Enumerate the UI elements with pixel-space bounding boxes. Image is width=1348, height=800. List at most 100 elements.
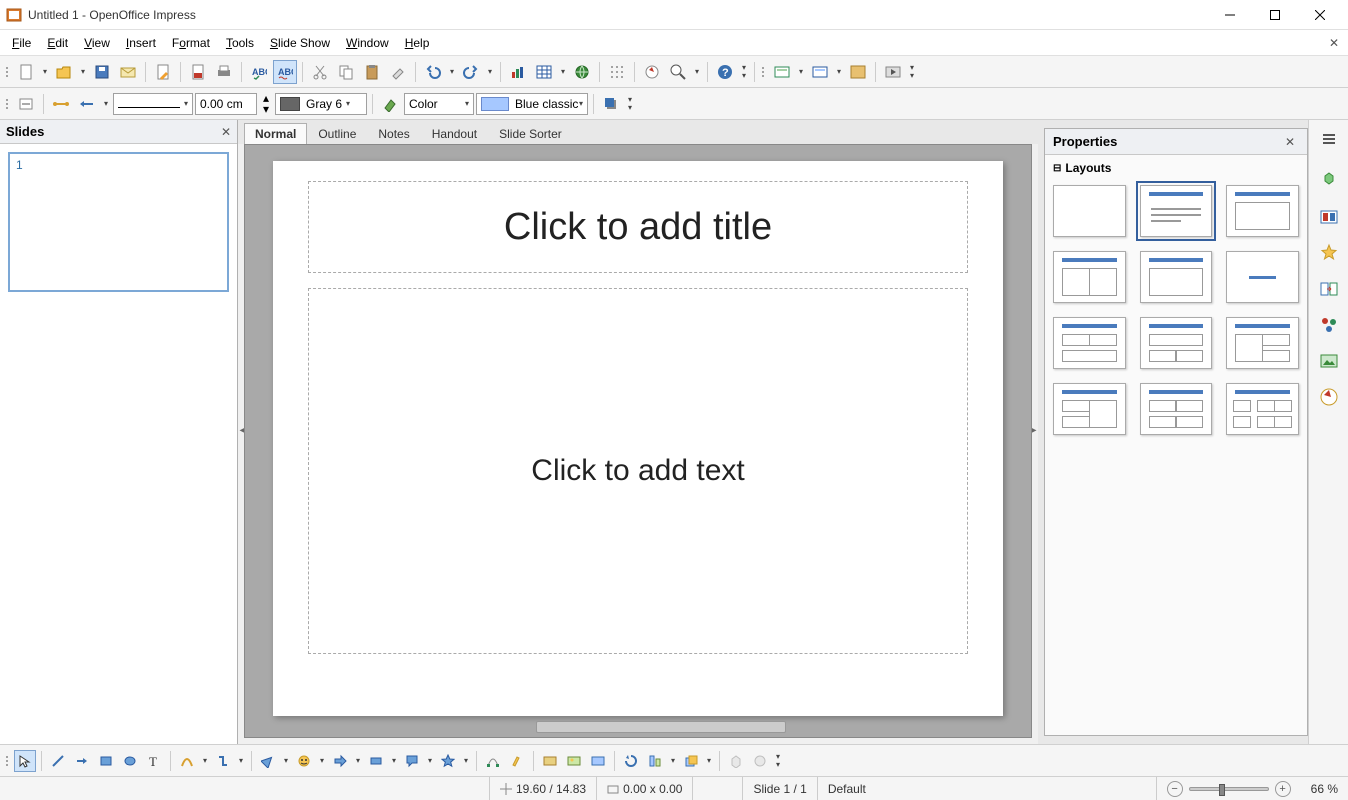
arrange-dropdown[interactable]: ▾ (704, 756, 714, 765)
content-placeholder[interactable]: Click to add text (308, 288, 968, 654)
shadow-button[interactable] (599, 92, 623, 116)
slide[interactable]: Click to add title Click to add text (273, 161, 1003, 716)
slide-design-button[interactable] (808, 60, 832, 84)
paste-button[interactable] (360, 60, 384, 84)
sidebar-custom-animation-icon[interactable] (1316, 240, 1342, 266)
slide-dropdown[interactable]: ▾ (796, 67, 806, 76)
table-button[interactable] (532, 60, 556, 84)
line-width-spinner[interactable]: 0.00 cm (195, 93, 257, 115)
menu-view[interactable]: View (76, 30, 118, 55)
toolbar-grip-4[interactable] (4, 756, 10, 766)
toolbar-grip-2[interactable] (760, 67, 766, 77)
undo-dropdown[interactable]: ▾ (447, 67, 457, 76)
basic-shapes-button[interactable] (257, 750, 279, 772)
layout-two-left-one-right[interactable] (1053, 383, 1126, 435)
rotate-button[interactable] (620, 750, 642, 772)
sidebar-master-pages-icon[interactable] (1316, 204, 1342, 230)
redo-button[interactable] (459, 60, 483, 84)
toolbar-overflow-2[interactable]: ▾▾ (907, 60, 917, 84)
window-maximize-button[interactable] (1252, 0, 1297, 30)
grid-button[interactable] (605, 60, 629, 84)
toolbar-overflow[interactable]: ▾▾ (739, 60, 749, 84)
arrow-ends-dropdown[interactable]: ▾ (101, 99, 111, 108)
stars-button[interactable] (437, 750, 459, 772)
zoom-out-button[interactable]: − (1167, 781, 1183, 797)
view-tab-outline[interactable]: Outline (307, 123, 367, 145)
email-button[interactable] (116, 60, 140, 84)
layout-two-over-one[interactable] (1053, 317, 1126, 369)
slide-layout-button[interactable] (846, 60, 870, 84)
print-button[interactable] (212, 60, 236, 84)
menu-slideshow[interactable]: Slide Show (262, 30, 338, 55)
status-template[interactable]: Default (818, 777, 1157, 800)
gallery-button[interactable] (587, 750, 609, 772)
select-tool-button[interactable] (14, 750, 36, 772)
block-arrows-dropdown[interactable]: ▾ (353, 756, 363, 765)
toolbar-grip-3[interactable] (4, 99, 10, 109)
sidebar-styles-icon[interactable] (1316, 312, 1342, 338)
edit-file-button[interactable] (151, 60, 175, 84)
sidebar-navigator-icon[interactable] (1316, 384, 1342, 410)
toolbar-overflow-4[interactable]: ▾▾ (773, 749, 783, 773)
presentation-button[interactable] (881, 60, 905, 84)
layout-title-only[interactable] (1226, 185, 1299, 237)
fontwork-button[interactable] (539, 750, 561, 772)
navigator-button[interactable] (640, 60, 664, 84)
menu-tools[interactable]: Tools (218, 30, 262, 55)
curve-tool-button[interactable] (176, 750, 198, 772)
table-dropdown[interactable]: ▾ (558, 67, 568, 76)
properties-panel-close-button[interactable]: ✕ (1281, 135, 1299, 149)
extrusion-button[interactable] (725, 750, 747, 772)
toolbar-grip[interactable] (4, 67, 10, 77)
slide-button[interactable] (770, 60, 794, 84)
connector-tool-button[interactable] (212, 750, 234, 772)
view-tab-handout[interactable]: Handout (421, 123, 488, 145)
ellipse-tool-button[interactable] (119, 750, 141, 772)
rectangle-tool-button[interactable] (95, 750, 117, 772)
sidebar-properties-icon[interactable] (1316, 168, 1342, 194)
menu-format[interactable]: Format (164, 30, 218, 55)
basic-shapes-dropdown[interactable]: ▾ (281, 756, 291, 765)
connector-dropdown[interactable]: ▾ (236, 756, 246, 765)
status-zoom-value[interactable]: 66 % (1301, 777, 1348, 800)
save-button[interactable] (90, 60, 114, 84)
arrow-style-button[interactable] (14, 92, 38, 116)
alignment-dropdown[interactable]: ▾ (668, 756, 678, 765)
arrow-tool-button[interactable] (71, 750, 93, 772)
spellcheck-button[interactable]: ABC (247, 60, 271, 84)
symbol-shapes-button[interactable] (293, 750, 315, 772)
slide-design-dropdown[interactable]: ▾ (834, 67, 844, 76)
chart-button[interactable] (506, 60, 530, 84)
new-document-button[interactable] (14, 60, 38, 84)
slides-panel-close-button[interactable]: ✕ (221, 125, 231, 139)
auto-spellcheck-button[interactable]: ABC (273, 60, 297, 84)
open-dropdown[interactable]: ▾ (78, 67, 88, 76)
sidebar-slide-transition-icon[interactable] (1316, 276, 1342, 302)
symbol-shapes-dropdown[interactable]: ▾ (317, 756, 327, 765)
from-file-button[interactable] (563, 750, 585, 772)
layout-blank[interactable] (1053, 185, 1126, 237)
view-tab-sorter[interactable]: Slide Sorter (488, 123, 573, 145)
arrange-button[interactable] (680, 750, 702, 772)
line-tool-button[interactable] (47, 750, 69, 772)
block-arrows-button[interactable] (329, 750, 351, 772)
fill-color-select[interactable]: Blue classic▾ (476, 93, 588, 115)
zoom-slider[interactable] (1189, 787, 1269, 791)
view-tab-notes[interactable]: Notes (367, 123, 420, 145)
toolbar-overflow-3[interactable]: ▾▾ (625, 92, 635, 116)
line-endings-button[interactable] (49, 92, 73, 116)
zoom-dropdown[interactable]: ▾ (692, 67, 702, 76)
text-tool-button[interactable]: T (143, 750, 165, 772)
layout-two-content[interactable] (1053, 251, 1126, 303)
help-button[interactable]: ? (713, 60, 737, 84)
points-button[interactable] (482, 750, 504, 772)
area-style-button[interactable] (378, 92, 402, 116)
export-pdf-button[interactable] (186, 60, 210, 84)
menu-window[interactable]: Window (338, 30, 397, 55)
menu-file[interactable]: FileFile (4, 30, 39, 55)
layout-six-content[interactable] (1226, 383, 1299, 435)
hyperlink-button[interactable] (570, 60, 594, 84)
callouts-dropdown[interactable]: ▾ (425, 756, 435, 765)
zoom-button[interactable] (666, 60, 690, 84)
alignment-button[interactable] (644, 750, 666, 772)
